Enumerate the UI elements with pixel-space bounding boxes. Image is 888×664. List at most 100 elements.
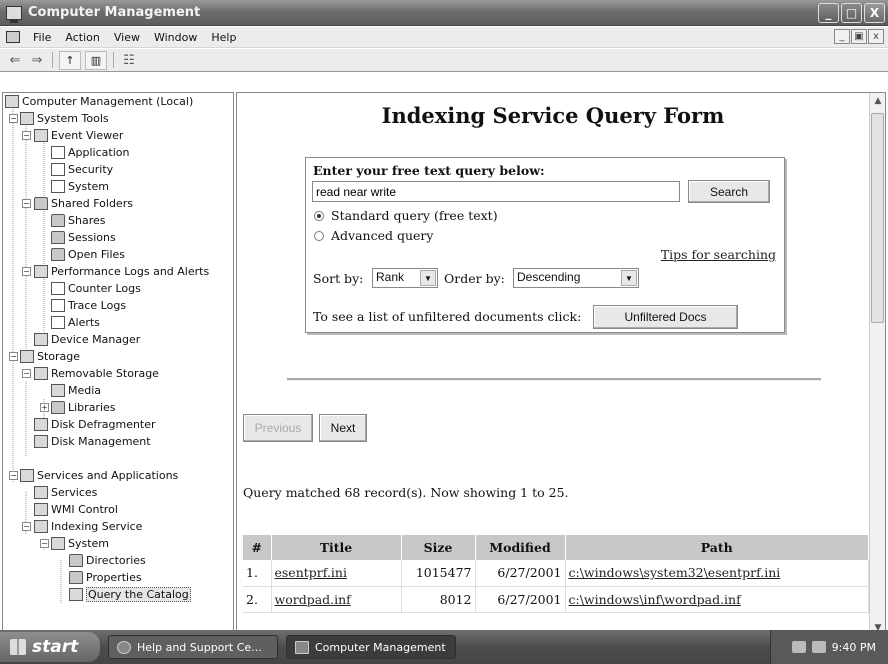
tips-for-searching-link[interactable]: Tips for searching [661, 247, 776, 262]
computer-management-icon [6, 5, 22, 23]
tree-item-storage[interactable]: Storage [20, 348, 80, 365]
result-size: 1015477 [401, 560, 476, 587]
tree-item-performance-logs[interactable]: Performance Logs and Alerts [34, 263, 209, 280]
tree-item-removable-storage[interactable]: Removable Storage [34, 365, 159, 382]
maximize-button[interactable]: □ [841, 3, 862, 23]
tree-item-security[interactable]: Security [51, 161, 113, 178]
tree-item-indexing-service[interactable]: Indexing Service [34, 518, 142, 535]
child-minimize-button[interactable]: _ [834, 29, 850, 44]
tools-icon [20, 112, 34, 125]
row-number: 1. [243, 560, 272, 587]
tree-item-system-tools[interactable]: System Tools [20, 110, 109, 127]
tree-item-directories[interactable]: Directories [69, 552, 146, 569]
child-restore-button[interactable]: ▣ [851, 29, 867, 44]
taskbar-computer-management[interactable]: Computer Management [286, 635, 456, 659]
collapse-catalog-system-icon[interactable]: − [40, 539, 49, 548]
collapse-services-applications-icon[interactable]: − [9, 471, 18, 480]
previous-button[interactable]: Previous [243, 414, 313, 442]
tree-item-computer-management[interactable]: Computer Management (Local) [5, 93, 193, 110]
tree-item-wmi-control[interactable]: WMI Control [34, 501, 118, 518]
column-header-number[interactable]: # [243, 535, 272, 560]
query-icon [69, 588, 83, 601]
tree-item-application[interactable]: Application [51, 144, 129, 161]
scrollbar-thumb[interactable] [871, 113, 884, 323]
result-title-link[interactable]: esentprf.ini [275, 565, 347, 580]
tree-item-media[interactable]: Media [51, 382, 101, 399]
menu-window[interactable]: Window [147, 31, 204, 44]
search-button[interactable]: Search [688, 180, 770, 203]
column-header-title[interactable]: Title [271, 535, 402, 560]
menu-file[interactable]: File [26, 31, 58, 44]
device-manager-icon [34, 333, 48, 346]
up-level-icon[interactable]: ↑ [59, 50, 81, 70]
result-title-link[interactable]: wordpad.inf [275, 592, 351, 607]
tree-item-shares[interactable]: Shares [51, 212, 105, 229]
help-properties-icon[interactable]: ☷ [118, 51, 140, 70]
volume-icon[interactable] [811, 641, 826, 653]
tree-item-open-files[interactable]: Open Files [51, 246, 125, 263]
tree-item-system-log[interactable]: System [51, 178, 109, 195]
tree-item-services[interactable]: Services [34, 484, 97, 501]
column-header-size[interactable]: Size [401, 535, 476, 560]
tree-item-device-manager[interactable]: Device Manager [34, 331, 140, 348]
tree-item-shared-folders[interactable]: Shared Folders [34, 195, 133, 212]
result-path-link[interactable]: c:\windows\system32\esentprf.ini [569, 565, 781, 580]
unfiltered-docs-button[interactable]: Unfiltered Docs [593, 305, 738, 329]
console-icon[interactable] [6, 31, 20, 43]
collapse-storage-icon[interactable]: − [9, 352, 18, 361]
tree-item-libraries[interactable]: Libraries [51, 399, 116, 416]
collapse-shared-folders-icon[interactable]: − [22, 199, 31, 208]
folder-icon [51, 248, 65, 261]
tree-item-services-applications[interactable]: Services and Applications [20, 467, 178, 484]
tree-item-disk-defragmenter[interactable]: Disk Defragmenter [34, 416, 156, 433]
collapse-performance-logs-icon[interactable]: − [22, 267, 31, 276]
unfiltered-docs-text: To see a list of unfiltered documents cl… [313, 309, 582, 324]
tree-item-alerts[interactable]: Alerts [51, 314, 100, 331]
next-button[interactable]: Next [319, 414, 367, 442]
menu-help[interactable]: Help [204, 31, 243, 44]
alert-icon [51, 316, 65, 329]
result-path-link[interactable]: c:\windows\inf\wordpad.inf [569, 592, 741, 607]
vertical-scrollbar[interactable]: ▲ ▼ [869, 93, 885, 636]
collapse-indexing-service-icon[interactable]: − [22, 522, 31, 531]
media-icon [51, 384, 65, 397]
forward-arrow-icon[interactable]: ⇒ [26, 51, 48, 70]
collapse-event-viewer-icon[interactable]: − [22, 131, 31, 140]
taskbar-help-and-support[interactable]: Help and Support Ce... [108, 635, 278, 659]
close-button[interactable]: X [864, 3, 885, 23]
expand-libraries-icon[interactable]: + [40, 403, 49, 412]
start-button[interactable]: start [0, 632, 100, 662]
network-icon[interactable] [791, 641, 806, 653]
windows-logo-icon [10, 639, 26, 655]
help-icon [117, 640, 131, 654]
standard-query-radio[interactable]: Standard query (free text) [314, 208, 498, 223]
collapse-removable-storage-icon[interactable]: − [22, 369, 31, 378]
menu-view[interactable]: View [107, 31, 147, 44]
tree-item-event-viewer[interactable]: Event Viewer [34, 127, 123, 144]
column-header-path[interactable]: Path [565, 535, 869, 560]
chart-log-icon [51, 299, 65, 312]
child-close-button[interactable]: x [868, 29, 884, 44]
query-input[interactable] [312, 181, 680, 202]
menu-action[interactable]: Action [58, 31, 106, 44]
tree-item-properties[interactable]: Properties [69, 569, 142, 586]
tree-item-disk-management[interactable]: Disk Management [34, 433, 151, 450]
table-row: 2. wordpad.inf 8012 6/27/2001 c:\windows… [243, 586, 869, 613]
tree-item-sessions[interactable]: Sessions [51, 229, 116, 246]
tree-item-counter-logs[interactable]: Counter Logs [51, 280, 141, 297]
indexing-service-icon [34, 520, 48, 533]
tree-item-trace-logs[interactable]: Trace Logs [51, 297, 126, 314]
advanced-query-radio[interactable]: Advanced query [314, 228, 433, 243]
show-hide-tree-icon[interactable]: ▥ [85, 50, 107, 70]
result-modified: 6/27/2001 [475, 586, 566, 613]
sort-by-select[interactable]: Rank ▼ [372, 268, 438, 288]
tree-item-catalog-system[interactable]: System [51, 535, 109, 552]
tree-item-query-the-catalog[interactable]: Query the Catalog [69, 586, 191, 603]
order-by-select[interactable]: Descending ▼ [513, 268, 639, 288]
scroll-up-icon[interactable]: ▲ [870, 93, 885, 109]
column-header-modified[interactable]: Modified [475, 535, 566, 560]
folder-icon [51, 231, 65, 244]
minimize-button[interactable]: _ [818, 3, 839, 23]
collapse-system-tools-icon[interactable]: − [9, 114, 18, 123]
back-arrow-icon[interactable]: ⇐ [4, 51, 26, 70]
